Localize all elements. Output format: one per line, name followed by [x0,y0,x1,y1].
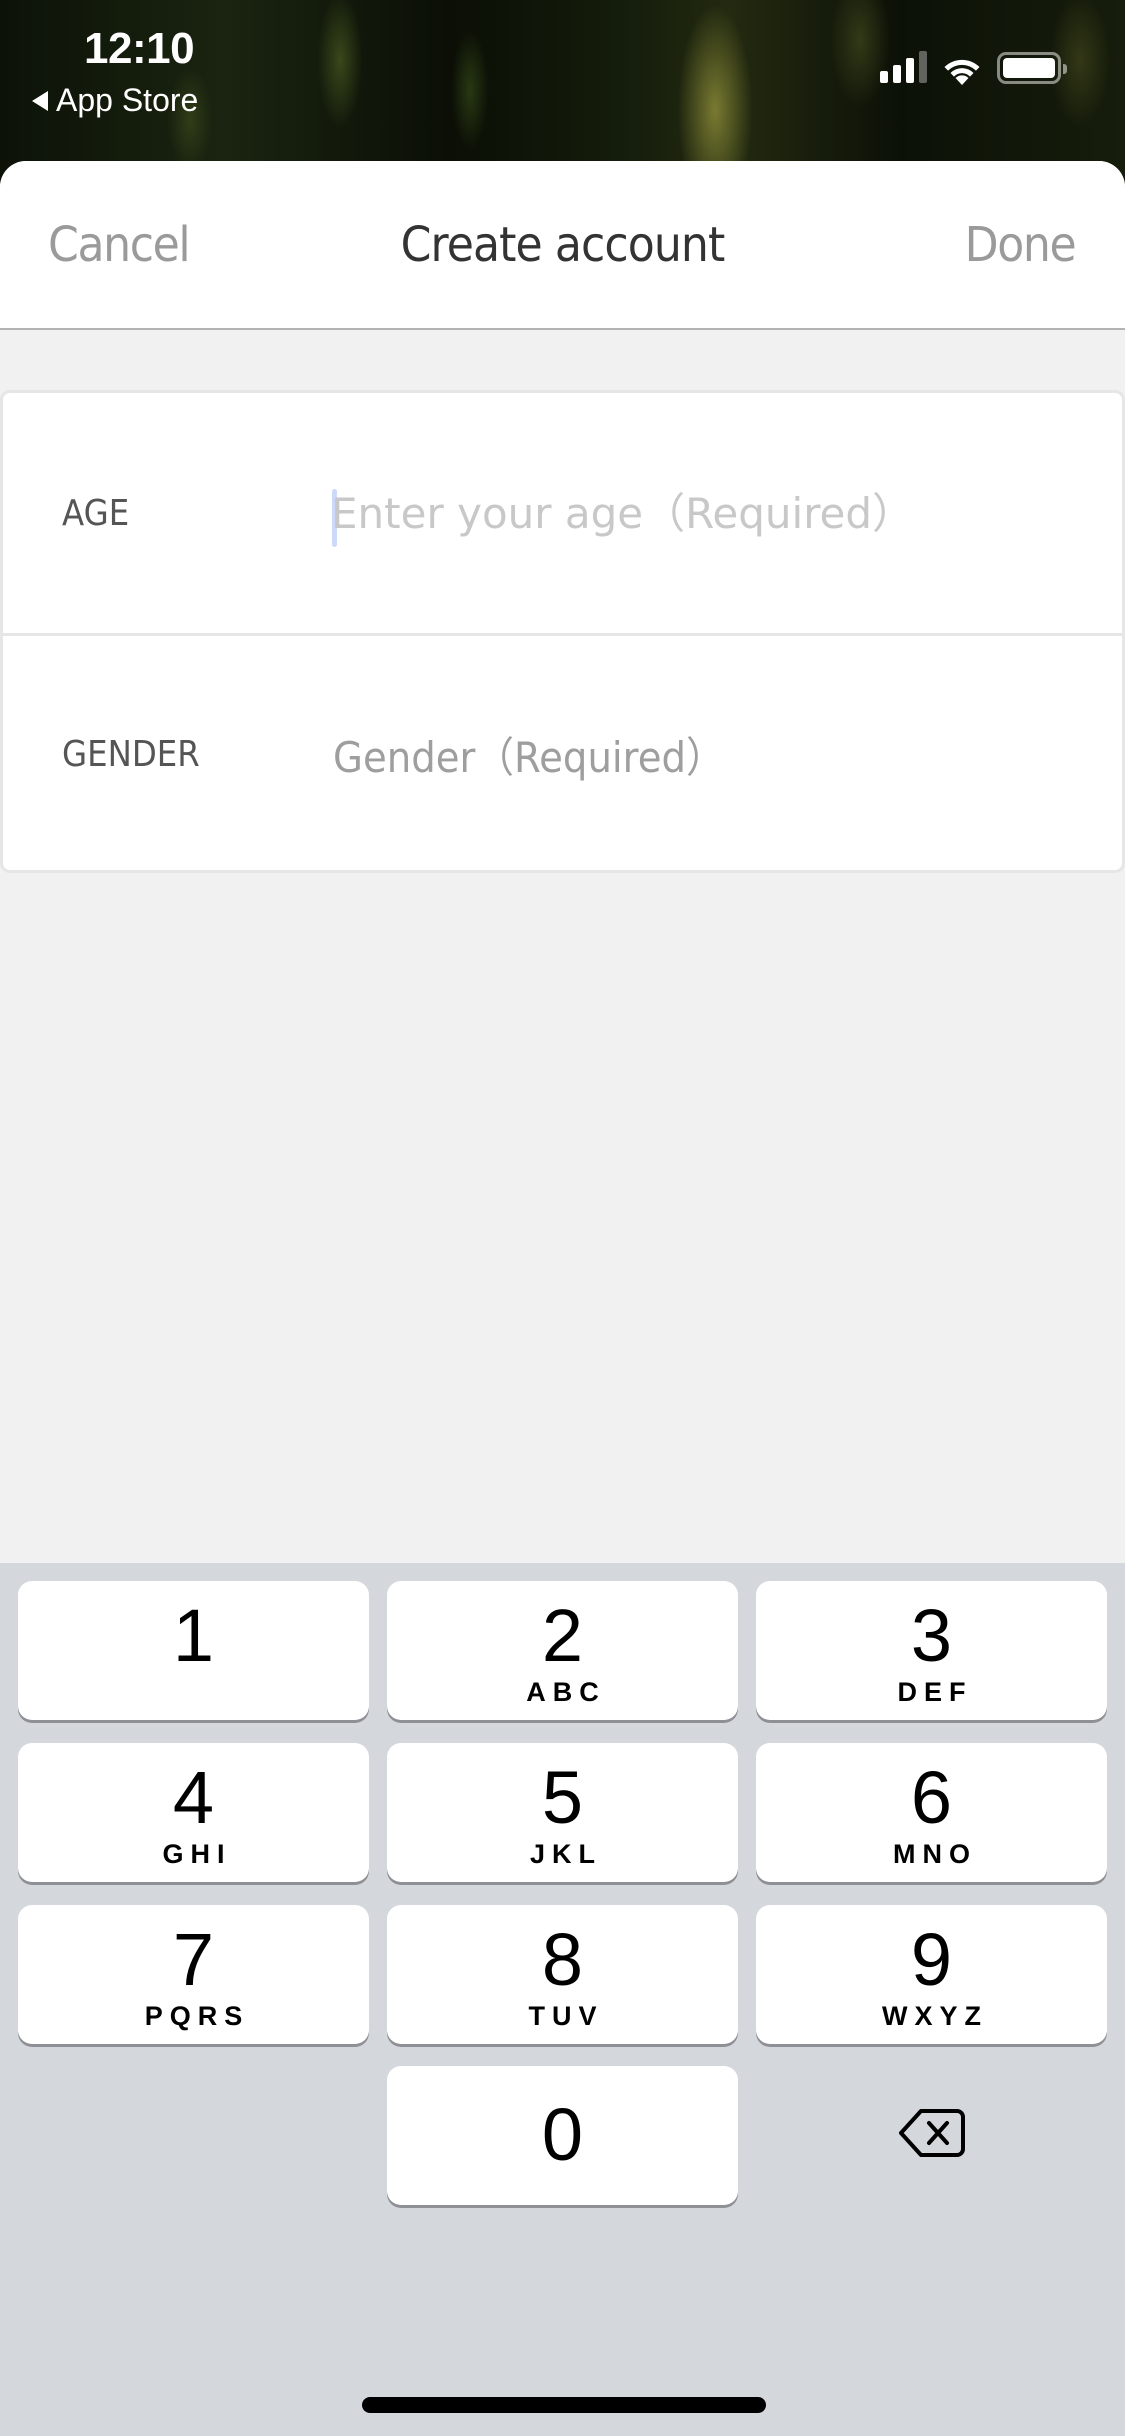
key-digit: 8 [541,1918,584,2001]
form-row-age: AGE [3,393,1122,633]
gender-select[interactable]: Gender（Required） [333,724,725,785]
key-digit: 1 [172,1594,215,1677]
delete-key[interactable] [756,2063,1107,2202]
battery-icon [997,52,1067,84]
wifi-icon [944,59,980,85]
key-letters: MNO [893,1839,977,1869]
backspace-icon [898,2108,965,2157]
age-input[interactable] [331,483,1091,543]
key-7[interactable]: 7 PQRS [18,1905,369,2044]
key-4[interactable]: 4 GHI [18,1743,369,1882]
key-letters: GHI [162,1839,232,1869]
form-row-gender: GENDER Gender（Required） [3,633,1122,873]
home-indicator[interactable] [362,2397,766,2413]
key-letters: PQRS [144,2001,250,2031]
key-letters: DEF [897,1677,973,1707]
key-6[interactable]: 6 MNO [756,1743,1107,1882]
back-to-app-store-link[interactable]: App Store [32,82,198,119]
key-3[interactable]: 3 DEF [756,1581,1107,1720]
key-5[interactable]: 5 JKL [387,1743,738,1882]
key-digit: 6 [910,1756,953,1839]
key-digit: 5 [541,1756,584,1839]
key-digit: 4 [172,1756,215,1839]
key-0[interactable]: 0 [387,2066,738,2205]
key-letters: ABC [526,1677,606,1707]
page-title: Create account [400,217,726,273]
back-label: App Store [56,82,199,118]
key-digit: 9 [910,1918,953,2001]
gender-label: GENDER [62,734,200,775]
key-digit: 0 [541,2093,584,2176]
key-8[interactable]: 8 TUV [387,1905,738,2044]
key-digit: 2 [541,1594,584,1677]
key-letters: TUV [528,2001,604,2031]
key-digit: 3 [910,1594,953,1677]
back-triangle-icon [32,90,48,111]
key-letters: WXYZ [882,2001,988,2031]
status-time: 12:10 [84,24,195,73]
key-9[interactable]: 9 WXYZ [756,1905,1107,2044]
age-label: AGE [62,492,130,534]
status-icons [880,51,1067,86]
key-1[interactable]: 1 [18,1581,369,1720]
done-button[interactable]: Done [964,217,1076,273]
key-digit: 7 [172,1918,215,2001]
account-form: AGE GENDER Gender（Required） [0,390,1125,873]
signal-icon [880,51,927,83]
key-2[interactable]: 2 ABC [387,1581,738,1720]
numeric-keypad: 1 2 ABC 3 DEF 4 GHI 5 JKL 6 MNO 7 PQRS 8… [0,1563,1125,2436]
key-letters: JKL [529,1839,602,1869]
nav-bar: Cancel Create account Done [0,161,1125,330]
